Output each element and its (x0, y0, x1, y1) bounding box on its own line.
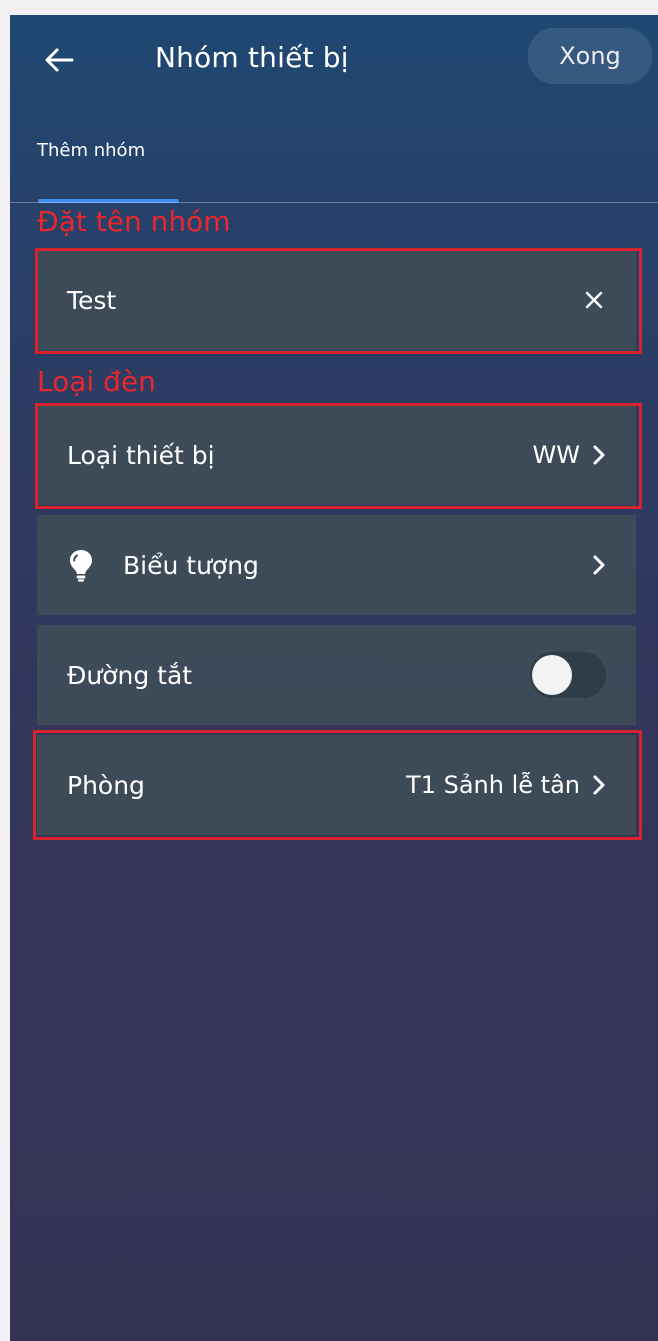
room-value: T1 Sảnh lễ tân (406, 771, 580, 799)
arrow-left-icon (45, 48, 74, 72)
back-button[interactable] (36, 37, 82, 83)
shortcut-row: Đường tắt (37, 625, 636, 725)
app-screen: Nhóm thiết bị Xong Thêm nhóm Đặt tên nhó… (10, 15, 658, 1341)
shortcut-toggle[interactable] (530, 652, 606, 698)
group-name-input[interactable]: Test (67, 286, 582, 315)
icon-row[interactable]: Biểu tượng (37, 515, 636, 615)
device-type-label: Loại thiết bị (67, 440, 215, 470)
chevron-right-icon (593, 445, 605, 465)
chevron-right-icon (593, 555, 605, 575)
top-bar: Nhóm thiết bị Xong (10, 15, 658, 103)
page-title: Nhóm thiết bị (155, 41, 349, 74)
group-name-field[interactable]: Test (37, 250, 636, 350)
lightbulb-icon (70, 550, 92, 582)
annotation-light-type: Loại đèn (37, 365, 156, 398)
room-label: Phòng (67, 770, 145, 800)
room-row[interactable]: Phòng T1 Sảnh lễ tân (37, 735, 636, 835)
icon-label: Biểu tượng (123, 550, 259, 580)
chevron-right-icon (593, 775, 605, 795)
done-button[interactable]: Xong (528, 28, 652, 84)
tab-divider (10, 202, 658, 203)
device-type-value: WW (532, 441, 580, 469)
annotation-group-name: Đặt tên nhóm (37, 205, 231, 238)
close-icon[interactable] (582, 288, 606, 312)
toggle-knob (532, 655, 572, 695)
shortcut-label: Đường tắt (67, 660, 193, 690)
device-type-row[interactable]: Loại thiết bị WW (37, 405, 636, 505)
tab-add-group[interactable]: Thêm nhóm (37, 140, 145, 161)
